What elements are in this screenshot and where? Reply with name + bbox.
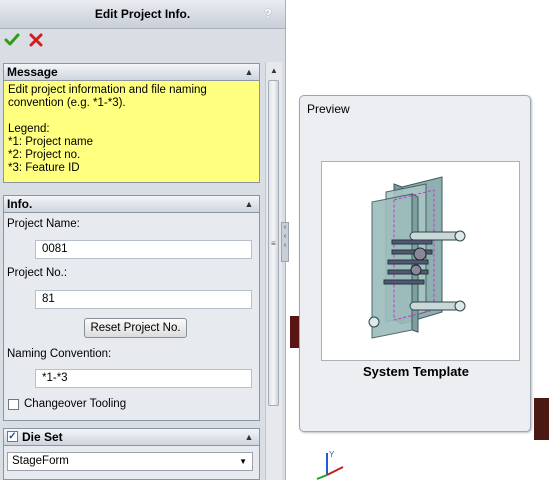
naming-convention-label: Naming Convention:	[7, 348, 112, 360]
help-button[interactable]: ?	[261, 6, 275, 22]
page-title: Edit Project Info.	[94, 7, 191, 21]
changeover-tooling-checkbox[interactable]	[8, 399, 19, 410]
die-set-checkbox[interactable]: ✓	[7, 431, 18, 442]
die-set-group-title: Die Set	[22, 430, 63, 444]
ok-checkmark-icon[interactable]	[4, 32, 20, 48]
message-group-header[interactable]: Message ▲︎	[4, 64, 259, 81]
info-group: Info. ▲︎ Project Name: 0081 Project No.:…	[3, 195, 260, 421]
chevron-down-icon: ▼︎	[239, 457, 247, 466]
preview-title: Preview	[307, 102, 350, 116]
scrollbar[interactable]: ▲︎ ≡	[265, 62, 282, 480]
project-no-input[interactable]: 81	[35, 290, 252, 309]
preview-caption: System Template	[363, 364, 469, 379]
background-model-fragment	[534, 398, 549, 440]
panel-splitter-handle[interactable]: ‹ ‹ ‹	[281, 222, 289, 262]
reset-project-no-button[interactable]: Reset Project No.	[84, 318, 187, 338]
collapse-icon[interactable]: ▲︎	[243, 65, 255, 79]
info-group-title: Info.	[7, 197, 33, 211]
info-group-header[interactable]: Info. ▲︎	[4, 196, 259, 213]
project-no-label: Project No.:	[7, 267, 68, 279]
message-group: Message ▲︎ Edit project information and …	[3, 63, 260, 183]
die-set-group: ✓ Die Set ▲︎ StageForm ▼︎	[3, 428, 260, 480]
collapse-icon[interactable]: ▲︎	[243, 430, 255, 444]
property-manager: Edit Project Info. ? Message ▲︎ Edit pro…	[0, 0, 286, 480]
preview-image-frame	[321, 161, 520, 361]
die-set-selected-value: StageForm	[12, 455, 69, 467]
collapse-icon[interactable]: ▲︎	[243, 197, 255, 211]
svg-text:Y: Y	[329, 450, 335, 459]
coordinate-triad-icon: Y	[316, 450, 344, 480]
grip-icon: ≡	[271, 239, 276, 248]
naming-convention-input[interactable]: *1-*3	[35, 369, 252, 388]
die-set-group-header[interactable]: ✓ Die Set ▲︎	[4, 429, 259, 446]
scroll-up-icon[interactable]: ▲︎	[267, 64, 281, 78]
message-group-title: Message	[7, 65, 58, 79]
cancel-x-icon[interactable]	[28, 32, 44, 48]
preview-panel: Preview System Template	[299, 95, 531, 432]
die-set-dropdown[interactable]: StageForm ▼︎	[7, 452, 253, 471]
scrollbar-thumb[interactable]: ≡	[268, 80, 279, 406]
message-text: Edit project information and file naming…	[4, 81, 259, 182]
project-name-input[interactable]: 0081	[35, 240, 252, 259]
die-set-preview-image	[368, 176, 466, 339]
project-name-label: Project Name:	[7, 218, 80, 230]
changeover-tooling-label: Changeover Tooling	[24, 398, 127, 410]
property-manager-header: Edit Project Info. ?	[0, 0, 285, 29]
